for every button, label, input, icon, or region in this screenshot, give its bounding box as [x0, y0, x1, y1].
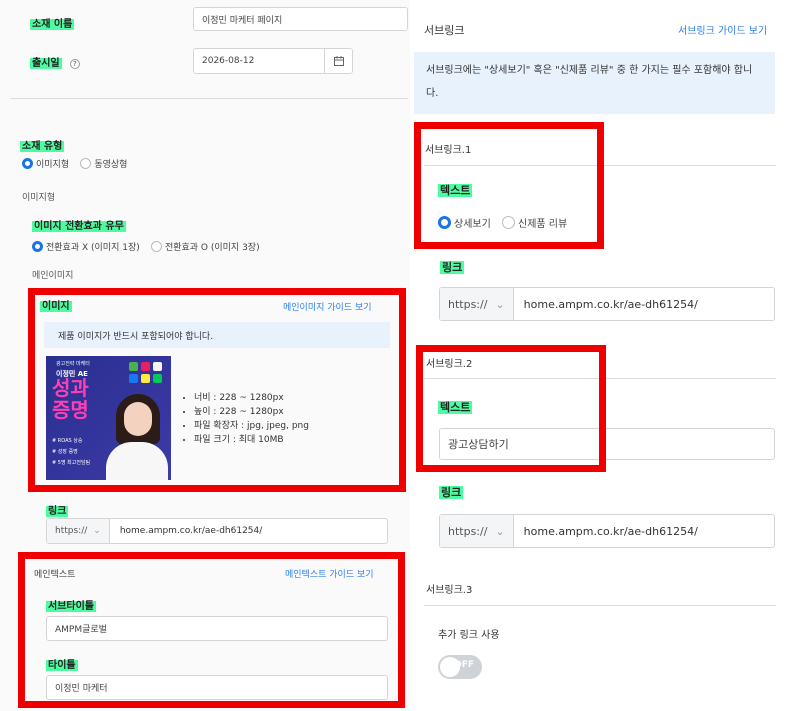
- sublink1-link-label: 링크: [440, 261, 465, 274]
- chevron-down-icon: ⌄: [93, 526, 101, 536]
- radio-image-type[interactable]: [22, 158, 33, 169]
- asset-name-input[interactable]: 이정민 마케터 페이지: [193, 7, 408, 31]
- link-value[interactable]: home.ampm.co.kr/ae-dh61254/: [514, 515, 708, 547]
- link-value[interactable]: home.ampm.co.kr/ae-dh61254/: [110, 519, 272, 543]
- protocol-select[interactable]: https://⌄: [47, 519, 110, 543]
- image-type-heading: 이미지형: [22, 193, 56, 203]
- link-label: 링크: [46, 506, 69, 517]
- highlight-frame: [18, 552, 405, 708]
- chevron-down-icon: ⌄: [495, 524, 505, 538]
- protocol-select[interactable]: https://⌄: [440, 515, 514, 547]
- divider: [424, 605, 776, 606]
- radio-transition-on[interactable]: [150, 241, 162, 252]
- sublink1-link-input[interactable]: https://⌄ home.ampm.co.kr/ae-dh61254/: [439, 287, 775, 321]
- radio-video-type[interactable]: [80, 158, 92, 169]
- chevron-down-icon: ⌄: [495, 297, 505, 311]
- sublink-guide-link[interactable]: 서브링크 가이드 보기: [678, 22, 767, 37]
- sublink-heading: 서브링크: [424, 24, 465, 37]
- protocol-select[interactable]: https://⌄: [440, 288, 514, 320]
- highlight-frame: [414, 122, 604, 249]
- highlight-frame: [28, 288, 406, 492]
- launch-date-label: 출시일 ?: [30, 54, 80, 69]
- radio-transition-off[interactable]: [32, 241, 43, 252]
- toggle-state: OFF: [454, 660, 474, 670]
- asset-type-label: 소재 유형: [20, 141, 65, 152]
- link-input[interactable]: https://⌄ home.ampm.co.kr/ae-dh61254/: [46, 518, 388, 544]
- link-value[interactable]: home.ampm.co.kr/ae-dh61254/: [514, 288, 708, 320]
- sublink2-link-input[interactable]: https://⌄ home.ampm.co.kr/ae-dh61254/: [439, 514, 775, 548]
- radio-label: 동영상형: [94, 160, 128, 170]
- asset-type-radio-group[interactable]: 이미지형 동영상형: [22, 157, 135, 170]
- sublink2-link-label: 링크: [439, 486, 464, 499]
- radio-label: 전환효과 O (이미지 3장): [164, 243, 260, 253]
- sublink3-title: 서브링크.3: [426, 585, 473, 596]
- info-icon: ?: [69, 59, 80, 69]
- main-image-heading: 메인이미지: [32, 271, 74, 281]
- extra-link-toggle[interactable]: OFF: [438, 655, 482, 679]
- highlight-frame: [416, 345, 606, 472]
- radio-label: 이미지형: [36, 160, 70, 170]
- divider: [10, 98, 408, 99]
- transition-label: 이미지 전환효과 유무: [32, 221, 126, 232]
- sublink-notice: 서브링크에는 "상세보기" 혹은 "신제품 리뷰" 중 한 가지는 필수 포함해…: [414, 52, 775, 114]
- asset-name-label: 소재 이름: [30, 19, 75, 30]
- calendar-icon[interactable]: [324, 49, 352, 73]
- radio-label: 전환효과 X (이미지 1장): [46, 243, 140, 253]
- transition-radio-group[interactable]: 전환효과 X (이미지 1장) 전환효과 O (이미지 3장): [32, 240, 268, 253]
- extra-link-label: 추가 링크 사용: [438, 630, 500, 641]
- launch-date-input[interactable]: 2026-08-12: [193, 48, 353, 74]
